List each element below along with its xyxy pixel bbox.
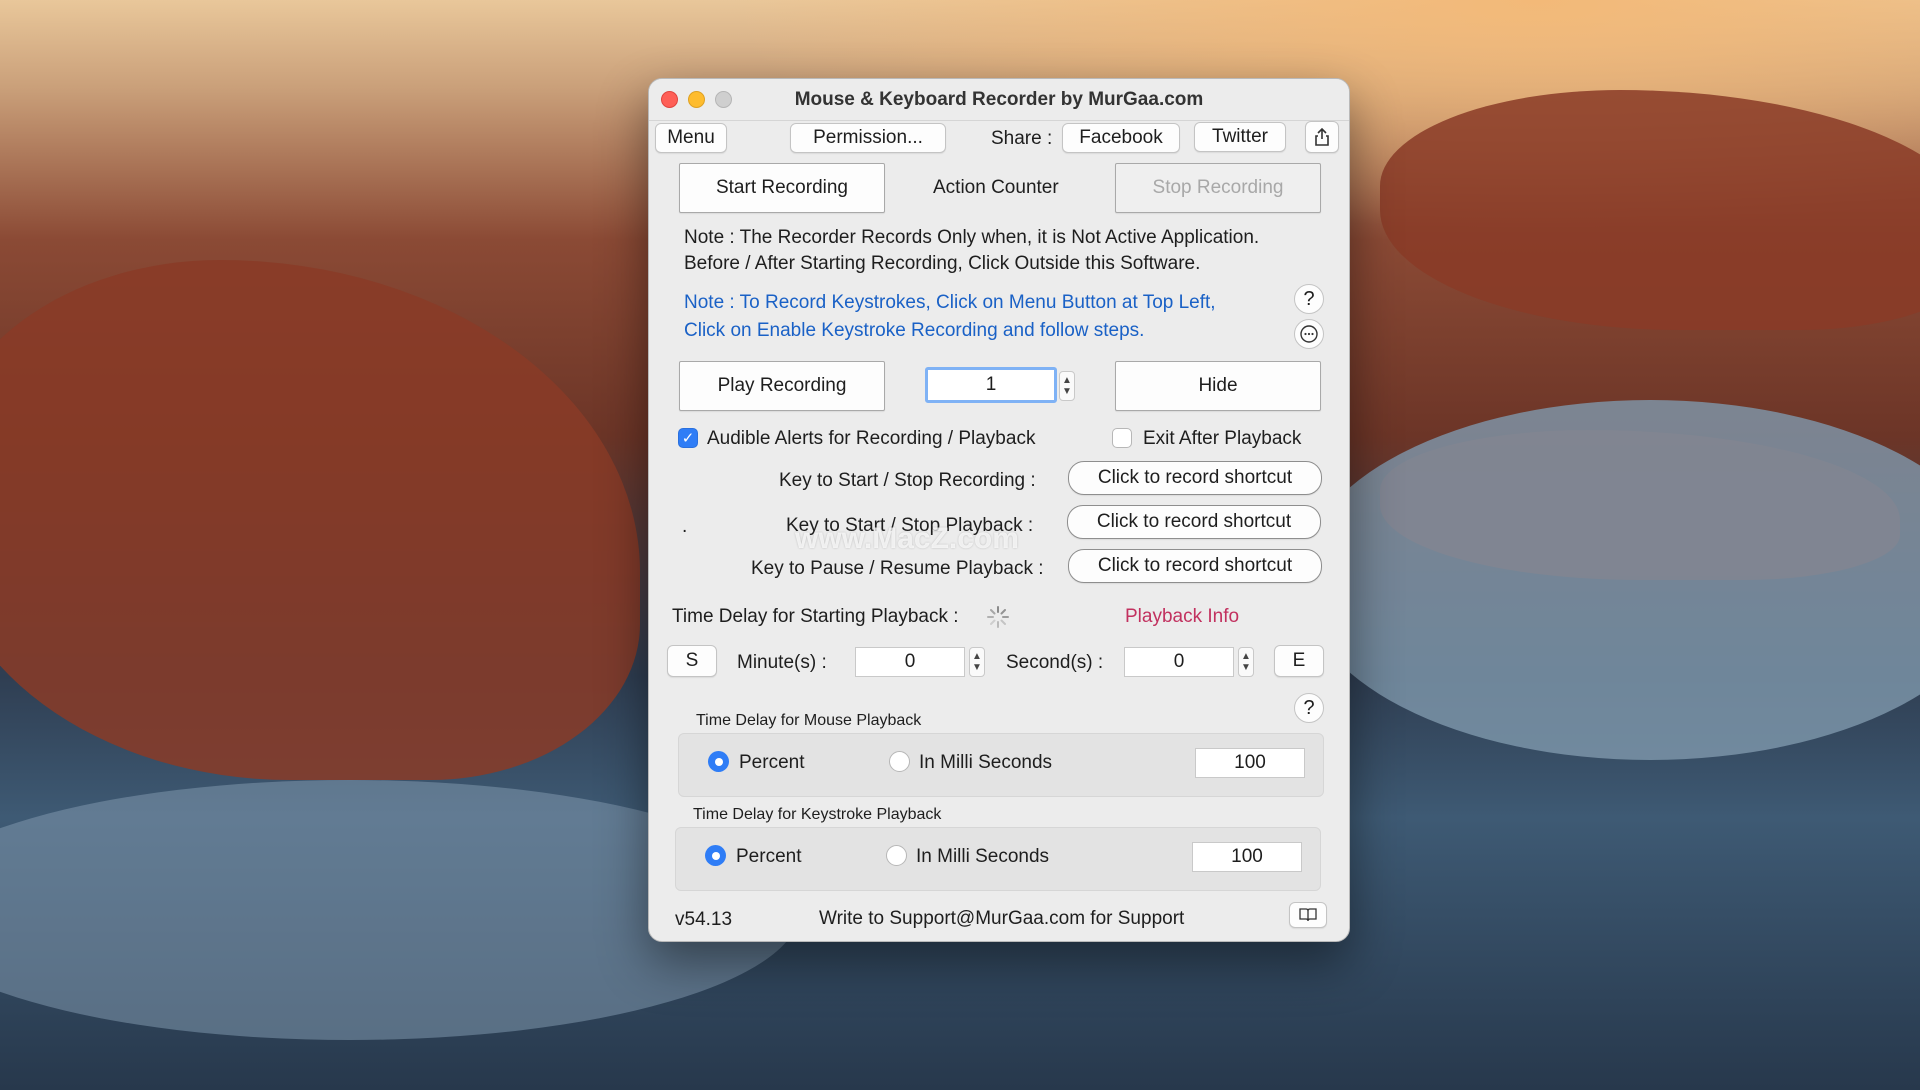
stop-recording-button[interactable]: Stop Recording <box>1115 163 1321 213</box>
minutes-input[interactable]: 0 <box>855 647 965 677</box>
watermark-text: www.MacZ.com <box>795 522 1019 555</box>
action-counter-label: Action Counter <box>933 177 1059 198</box>
note-line-2: Before / After Starting Recording, Click… <box>684 253 1201 274</box>
delay-help-button[interactable]: ? <box>1294 693 1324 723</box>
title-bar: Mouse & Keyboard Recorder by MurGaa.com <box>649 79 1349 121</box>
background-cliff <box>0 260 640 780</box>
exit-after-playback-label: Exit After Playback <box>1143 428 1302 449</box>
exit-after-playback-checkbox[interactable] <box>1112 428 1132 448</box>
help-button[interactable]: ? <box>1294 284 1324 314</box>
keystroke-note-line-1: Note : To Record Keystrokes, Click on Me… <box>684 292 1216 313</box>
version-label: v54.13 <box>675 909 733 930</box>
seconds-label: Second(s) : <box>1006 652 1104 673</box>
record-shortcut-button-playback[interactable]: Click to record shortcut <box>1067 505 1321 539</box>
support-text: Write to Support@MurGaa.com for Support <box>819 908 1185 929</box>
record-shortcut-button-pause[interactable]: Click to record shortcut <box>1068 549 1322 583</box>
keystroke-ms-label: In Milli Seconds <box>916 846 1050 867</box>
playback-count-stepper[interactable]: ▲ ▼ <box>1059 371 1075 401</box>
pause-resume-shortcut-label: Key to Pause / Resume Playback : <box>751 558 1044 579</box>
start-recording-button[interactable]: Start Recording <box>679 163 885 213</box>
app-window: Mouse & Keyboard Recorder by MurGaa.com … <box>648 78 1350 942</box>
minutes-label: Minute(s) : <box>737 652 827 673</box>
share-label: Share : <box>991 128 1053 149</box>
starting-delay-label: Time Delay for Starting Playback : <box>672 606 959 627</box>
note-line-1: Note : The Recorder Records Only when, i… <box>684 227 1260 248</box>
audible-alerts-label: Audible Alerts for Recording / Playback <box>707 428 1036 449</box>
menu-button[interactable]: Menu <box>655 123 727 153</box>
book-icon[interactable] <box>1289 902 1327 928</box>
share-icon[interactable] <box>1305 121 1339 153</box>
twitter-button[interactable]: Twitter <box>1194 122 1286 152</box>
background-cliff <box>1380 90 1920 330</box>
background-lake <box>1300 400 1920 760</box>
e-button[interactable]: E <box>1274 645 1324 677</box>
minutes-stepper[interactable]: ▲ ▼ <box>969 647 985 677</box>
keystroke-ms-radio[interactable] <box>886 845 907 866</box>
window-title: Mouse & Keyboard Recorder by MurGaa.com <box>794 89 1204 110</box>
keystroke-delay-title: Time Delay for Keystroke Playback <box>693 806 942 823</box>
audible-alerts-checkbox[interactable]: ✓ <box>678 428 698 448</box>
mouse-ms-label: In Milli Seconds <box>919 752 1053 773</box>
keystroke-percent-label: Percent <box>736 846 802 867</box>
playback-info-link[interactable]: Playback Info <box>1125 606 1239 628</box>
keystroke-note-line-2: Click on Enable Keystroke Recording and … <box>684 320 1145 341</box>
start-stop-recording-shortcut-label: Key to Start / Stop Recording : <box>779 470 1036 491</box>
mouse-percent-label: Percent <box>739 752 805 773</box>
seconds-input[interactable]: 0 <box>1124 647 1234 677</box>
dot-marker: . <box>682 516 688 537</box>
play-recording-button[interactable]: Play Recording <box>679 361 885 411</box>
playback-count-input[interactable]: 1 <box>925 367 1057 403</box>
mouse-delay-input[interactable]: 100 <box>1195 748 1305 778</box>
mouse-ms-radio[interactable] <box>889 751 910 772</box>
facebook-button[interactable]: Facebook <box>1062 123 1180 153</box>
seconds-stepper[interactable]: ▲ ▼ <box>1238 647 1254 677</box>
spinner-icon <box>986 605 1010 634</box>
keystroke-delay-input[interactable]: 100 <box>1192 842 1302 872</box>
s-button[interactable]: S <box>667 645 717 677</box>
chat-icon[interactable] <box>1294 319 1324 349</box>
keystroke-percent-radio[interactable] <box>705 845 726 866</box>
record-shortcut-button-recording[interactable]: Click to record shortcut <box>1068 461 1322 495</box>
hide-button[interactable]: Hide <box>1115 361 1321 411</box>
permission-button[interactable]: Permission... <box>790 123 946 153</box>
mouse-delay-title: Time Delay for Mouse Playback <box>696 712 922 729</box>
mouse-percent-radio[interactable] <box>708 751 729 772</box>
